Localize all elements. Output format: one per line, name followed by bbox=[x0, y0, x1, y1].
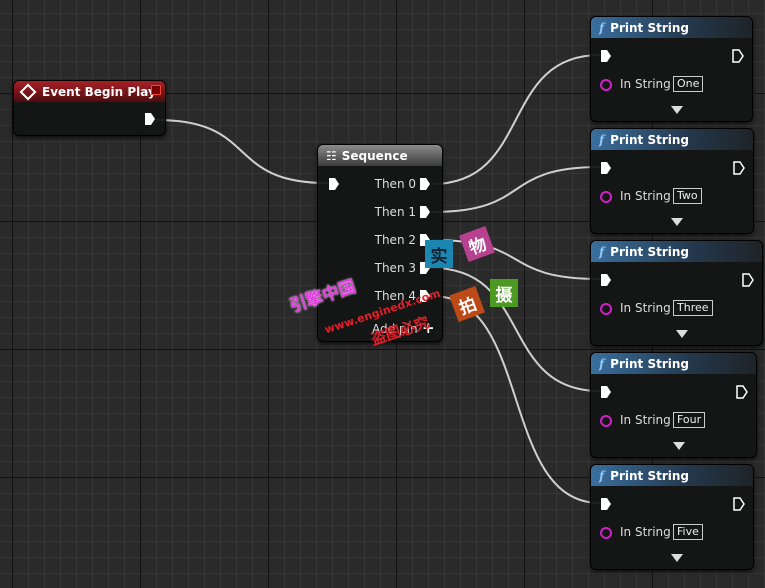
print-string-title: Print String bbox=[610, 468, 689, 483]
print-string-title: Print String bbox=[610, 132, 689, 147]
exec-in-pin[interactable] bbox=[601, 162, 611, 174]
sequence-output-label: Then 0 bbox=[374, 177, 416, 191]
print-string-node[interactable]: f Print String In String Four bbox=[590, 352, 757, 458]
string-pin-icon[interactable] bbox=[600, 191, 612, 203]
advanced-expand-arrow-icon[interactable] bbox=[671, 554, 683, 562]
print-string-title: Print String bbox=[610, 20, 689, 35]
print-string-node[interactable]: f Print String In String One bbox=[590, 16, 753, 122]
print-string-title: Print String bbox=[610, 356, 689, 371]
watermark-stamp: 实 bbox=[425, 240, 453, 268]
exec-in-pin[interactable] bbox=[601, 386, 611, 398]
string-pin-icon[interactable] bbox=[600, 527, 612, 539]
sequence-node-header: ☷ Sequence bbox=[318, 145, 442, 166]
sequence-output-label: Then 3 bbox=[374, 261, 416, 275]
string-pin-icon[interactable] bbox=[600, 303, 612, 315]
event-node-title: Event Begin Play bbox=[42, 84, 156, 99]
print-string-node[interactable]: f Print String In String Two bbox=[590, 128, 754, 234]
exec-out-pin[interactable] bbox=[145, 113, 155, 125]
sequence-then-0-pin[interactable] bbox=[420, 178, 430, 190]
sequence-exec-in-pin[interactable] bbox=[329, 178, 339, 190]
in-string-input[interactable]: One bbox=[673, 76, 704, 92]
exec-out-pin[interactable] bbox=[742, 273, 754, 287]
in-string-label: In String bbox=[620, 189, 671, 203]
print-string-header: f Print String bbox=[591, 465, 753, 486]
print-string-node[interactable]: f Print String In String Three bbox=[590, 240, 763, 346]
print-string-header: f Print String bbox=[591, 17, 752, 38]
string-pin-icon[interactable] bbox=[600, 415, 612, 427]
function-icon: f bbox=[599, 20, 605, 35]
in-string-input[interactable]: Three bbox=[673, 300, 713, 316]
advanced-expand-arrow-icon[interactable] bbox=[676, 330, 688, 338]
sequence-title: Sequence bbox=[341, 148, 408, 163]
exec-out-pin[interactable] bbox=[736, 385, 748, 399]
exec-wire bbox=[431, 54, 601, 185]
exec-wire bbox=[431, 166, 601, 213]
sequence-output-label: Then 1 bbox=[374, 205, 416, 219]
advanced-expand-arrow-icon[interactable] bbox=[673, 442, 685, 450]
sequence-output-label: Then 2 bbox=[374, 233, 416, 247]
function-icon: f bbox=[599, 468, 605, 483]
sequence-icon: ☷ bbox=[326, 148, 337, 163]
in-string-label: In String bbox=[620, 301, 671, 315]
print-string-header: f Print String bbox=[591, 353, 756, 374]
print-string-node[interactable]: f Print String In String Five bbox=[590, 464, 754, 570]
advanced-expand-arrow-icon[interactable] bbox=[671, 106, 683, 114]
function-icon: f bbox=[599, 356, 605, 371]
exec-wire bbox=[156, 119, 328, 184]
print-string-header: f Print String bbox=[591, 129, 753, 150]
print-string-header: f Print String bbox=[591, 241, 762, 262]
in-string-input[interactable]: Four bbox=[673, 412, 706, 428]
exec-out-pin[interactable] bbox=[732, 49, 744, 63]
in-string-input[interactable]: Five bbox=[673, 524, 703, 540]
function-icon: f bbox=[599, 244, 605, 259]
advanced-expand-arrow-icon[interactable] bbox=[671, 218, 683, 226]
exec-out-pin[interactable] bbox=[733, 161, 745, 175]
sequence-then-1-pin[interactable] bbox=[420, 206, 430, 218]
function-icon: f bbox=[599, 132, 605, 147]
exec-wire bbox=[431, 295, 601, 504]
in-string-label: In String bbox=[620, 77, 671, 91]
exec-out-pin[interactable] bbox=[733, 497, 745, 511]
event-node-header: Event Begin Play bbox=[14, 81, 165, 102]
watermark-stamp: 摄 bbox=[490, 279, 518, 307]
exec-in-pin[interactable] bbox=[601, 50, 611, 62]
delegate-pin-icon[interactable] bbox=[151, 85, 161, 95]
event-diamond-icon bbox=[19, 83, 37, 100]
in-string-label: In String bbox=[620, 413, 671, 427]
exec-in-pin[interactable] bbox=[601, 274, 611, 286]
in-string-label: In String bbox=[620, 525, 671, 539]
event-begin-play-node[interactable]: Event Begin Play bbox=[13, 80, 166, 136]
string-pin-icon[interactable] bbox=[600, 79, 612, 91]
in-string-input[interactable]: Two bbox=[673, 188, 702, 204]
exec-wire bbox=[431, 239, 601, 280]
print-string-title: Print String bbox=[610, 244, 689, 259]
exec-in-pin[interactable] bbox=[601, 498, 611, 510]
